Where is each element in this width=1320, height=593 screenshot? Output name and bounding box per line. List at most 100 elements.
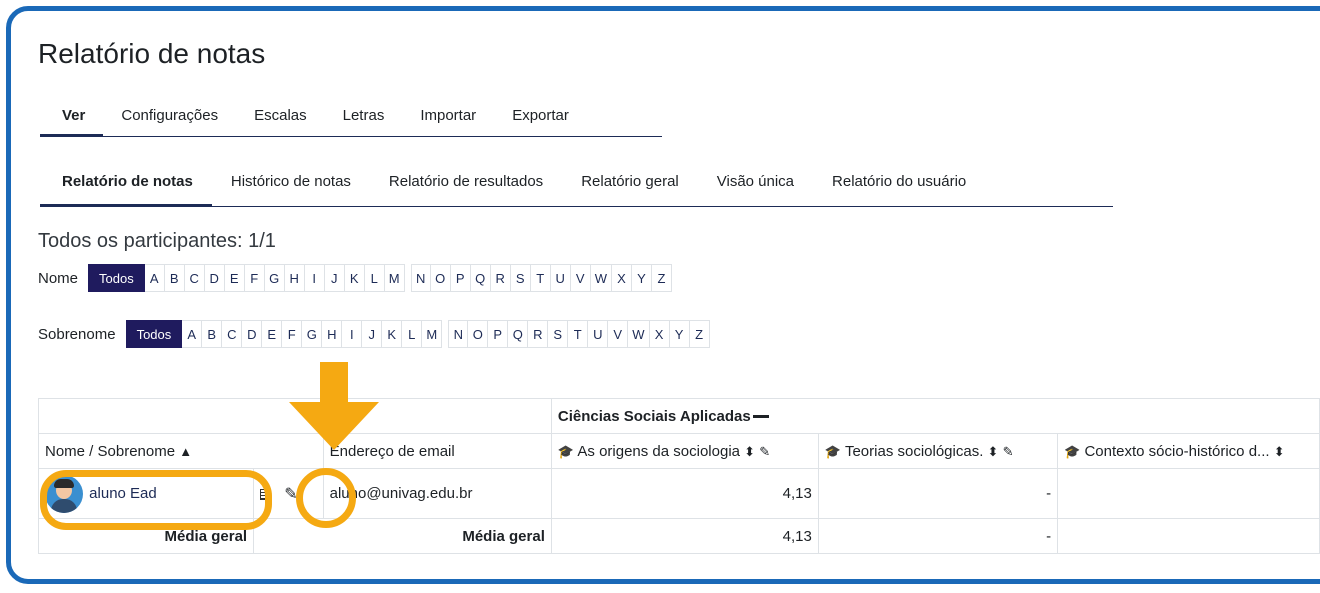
first-name-filter-letter-v[interactable]: V [570, 264, 591, 292]
last-name-letters: Todos ABCDEFGHIJKLMNOPQRSTUVWXYZ [125, 320, 710, 348]
last-name-filter-letter-u[interactable]: U [588, 320, 609, 348]
collapse-icon[interactable] [752, 415, 769, 419]
sort-icon[interactable]: ⬍ [1274, 444, 1285, 460]
last-name-filter-letter-t[interactable]: T [568, 320, 589, 348]
tab-exportar[interactable]: Exportar [494, 107, 587, 137]
first-name-filter-letter-h[interactable]: H [284, 264, 305, 292]
category-name: Ciências Sociais Aplicadas [557, 407, 751, 425]
first-name-filter-letter-l[interactable]: L [364, 264, 385, 292]
item-name-3[interactable]: Contexto sócio-histórico d... [1084, 443, 1269, 460]
name-column-header[interactable]: Nome / Sobrenome ▲ [38, 433, 324, 469]
last-name-filter-letter-h[interactable]: H [322, 320, 343, 348]
last-name-filter-letter-n[interactable]: N [448, 320, 469, 348]
first-name-filter-letter-b[interactable]: B [164, 264, 185, 292]
last-name-filter-letter-w[interactable]: W [628, 320, 650, 348]
last-name-filter-letter-d[interactable]: D [242, 320, 263, 348]
grade-cell-1[interactable]: 4,13 [550, 468, 819, 519]
category-row: Ciências Sociais Aplicadas [38, 398, 1320, 434]
table-row: aluno Ead ✎ aluno@univag.edu.br 4,13 - [37, 468, 1320, 519]
first-name-filter-letter-g[interactable]: G [264, 264, 285, 292]
graduation-cap-icon: 🎓 [1064, 443, 1081, 459]
first-name-filter-letter-x[interactable]: X [612, 264, 632, 292]
last-name-filter-letter-f[interactable]: F [282, 320, 303, 348]
last-name-filter-letter-m[interactable]: M [422, 320, 443, 348]
last-name-filter-letter-v[interactable]: V [608, 320, 629, 348]
last-name-filter-letter-k[interactable]: K [382, 320, 403, 348]
tab-relatorio-de-resultados[interactable]: Relatório de resultados [370, 173, 562, 207]
tab-relatorio-de-notas[interactable]: Relatório de notas [40, 173, 212, 207]
first-name-filter-letter-k[interactable]: K [344, 264, 365, 292]
tab-relatorio-geral[interactable]: Relatório geral [562, 173, 698, 207]
sort-asc-icon[interactable]: ▲ [179, 444, 192, 459]
first-name-filter-all[interactable]: Todos [88, 264, 145, 292]
first-name-filter-letter-u[interactable]: U [550, 264, 571, 292]
tab-ver[interactable]: Ver [40, 107, 104, 137]
item-header-1[interactable]: 🎓 As origens da sociologia ⬍ ✎ [550, 433, 819, 469]
last-name-filter-letter-r[interactable]: R [528, 320, 549, 348]
name-column-label: Nome / Sobrenome [45, 442, 176, 460]
first-name-filter-letter-c[interactable]: C [184, 264, 205, 292]
first-name-filter-letter-n[interactable]: N [410, 264, 431, 292]
first-name-filter-letter-s[interactable]: S [510, 264, 531, 292]
first-name-filter-letter-j[interactable]: J [324, 264, 345, 292]
last-name-filter-letter-a[interactable]: A [182, 320, 203, 348]
item-name-2[interactable]: Teorias sociológicas. [845, 443, 983, 460]
first-name-filter-letter-a[interactable]: A [144, 264, 165, 292]
first-name-filter-letter-i[interactable]: I [304, 264, 325, 292]
last-name-filter-letter-j[interactable]: J [362, 320, 383, 348]
single-view-icon[interactable] [260, 489, 271, 501]
last-name-filter-letter-e[interactable]: E [262, 320, 283, 348]
first-name-filter-letter-q[interactable]: Q [470, 264, 491, 292]
first-name-filter-letter-r[interactable]: R [490, 264, 511, 292]
average-label-2: Média geral [253, 518, 552, 554]
tab-escalas[interactable]: Escalas [236, 107, 325, 137]
last-name-filter-letter-q[interactable]: Q [508, 320, 529, 348]
average-label-1: Média geral [37, 518, 255, 554]
arrow-annotation-head [289, 402, 379, 450]
tab-importar[interactable]: Importar [402, 107, 494, 137]
user-cell[interactable]: aluno Ead [37, 468, 255, 519]
column-header-row: Nome / Sobrenome ▲ Endereço de email 🎓 A… [38, 433, 1320, 469]
edit-icon[interactable]: ✎ [284, 484, 297, 504]
tab-letras[interactable]: Letras [325, 107, 403, 137]
first-name-filter-letter-y[interactable]: Y [632, 264, 652, 292]
item-header-3[interactable]: 🎓 Contexto sócio-histórico d... ⬍ [1057, 433, 1320, 469]
first-name-filter-letter-w[interactable]: W [590, 264, 612, 292]
last-name-filter-letter-c[interactable]: C [222, 320, 243, 348]
first-name-filter-letter-p[interactable]: P [450, 264, 471, 292]
last-name-filter-letter-i[interactable]: I [342, 320, 363, 348]
first-name-filter: Nome Todos ABCDEFGHIJKLMNOPQRSTUVWXYZ [38, 264, 672, 292]
last-name-filter-letter-o[interactable]: O [468, 320, 489, 348]
tab-configuracoes[interactable]: Configurações [103, 107, 236, 137]
last-name-filter-letter-s[interactable]: S [548, 320, 569, 348]
first-name-filter-letter-d[interactable]: D [204, 264, 225, 292]
last-name-filter-letter-g[interactable]: G [302, 320, 323, 348]
first-name-filter-letter-o[interactable]: O [430, 264, 451, 292]
grade-cell-3[interactable] [1057, 468, 1320, 519]
last-name-filter-letter-p[interactable]: P [488, 320, 509, 348]
tab-visao-unica[interactable]: Visão única [698, 173, 813, 207]
item-header-2[interactable]: 🎓 Teorias sociológicas. ⬍ ✎ [817, 433, 1059, 469]
sort-icon[interactable]: ⬍ [744, 444, 755, 460]
first-name-filter-letter-f[interactable]: F [244, 264, 265, 292]
first-name-filter-letter-z[interactable]: Z [652, 264, 672, 292]
last-name-filter-letter-z[interactable]: Z [689, 320, 710, 348]
last-name-filter-all[interactable]: Todos [125, 320, 183, 348]
sort-icon[interactable]: ⬍ [988, 444, 999, 460]
last-name-filter-letter-x[interactable]: X [649, 320, 670, 348]
last-name-filter-letter-l[interactable]: L [402, 320, 423, 348]
last-name-filter-letter-y[interactable]: Y [669, 320, 690, 348]
last-name-filter-letter-b[interactable]: B [202, 320, 223, 348]
first-name-filter-letter-t[interactable]: T [530, 264, 551, 292]
tab-relatorio-do-usuario[interactable]: Relatório do usuário [813, 173, 985, 207]
avatar[interactable] [45, 474, 83, 513]
item-name-1[interactable]: As origens da sociologia [577, 443, 740, 460]
first-name-filter-letter-e[interactable]: E [224, 264, 245, 292]
first-name-filter-letter-m[interactable]: M [384, 264, 405, 292]
edit-icon[interactable]: ✎ [1003, 444, 1014, 460]
email-cell: aluno@univag.edu.br [322, 468, 552, 519]
tab-historico-de-notas[interactable]: Histórico de notas [212, 173, 370, 207]
grade-cell-2[interactable]: - [817, 468, 1059, 519]
edit-icon[interactable]: ✎ [759, 444, 770, 460]
user-name-link[interactable]: aluno Ead [89, 485, 157, 502]
